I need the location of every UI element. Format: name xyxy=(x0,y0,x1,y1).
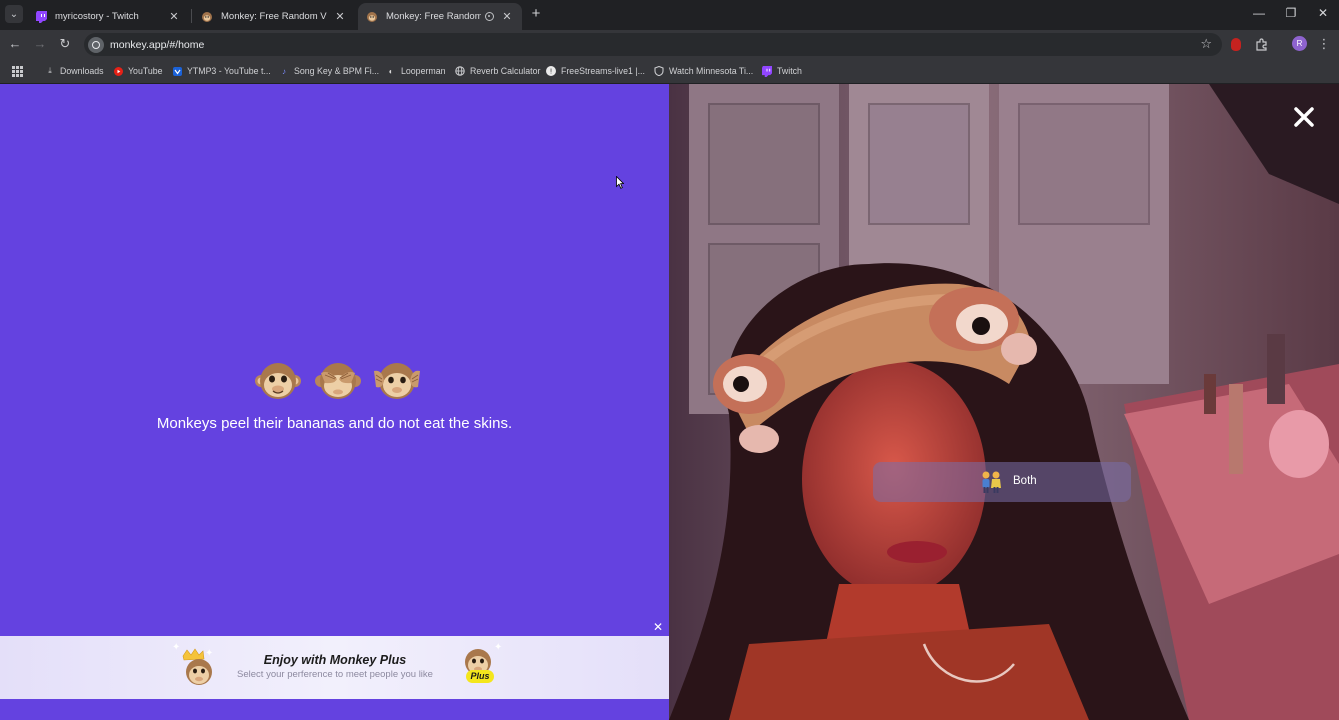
extensions-puzzle-icon[interactable] xyxy=(1253,36,1269,52)
bookmarks-bar: ⤓ Downloads YouTube YTMP3 - YouTube t...… xyxy=(0,58,1339,84)
bookmark-label: Reverb Calculator xyxy=(470,66,541,76)
window-close-icon[interactable]: ✕ xyxy=(1314,6,1332,22)
bookmark-label: FreeStreams-live1 |... xyxy=(561,66,645,76)
url-text: monkey.app/#/home xyxy=(110,38,205,51)
tab-strip: ⌄ myricostory - Twitch ✕ Monkey: Free Ra… xyxy=(0,0,1339,30)
bookmark-label: YTMP3 - YouTube t... xyxy=(187,66,271,76)
menu-kebab-icon[interactable]: ⋮ xyxy=(1316,36,1332,52)
extension-red-icon[interactable] xyxy=(1228,36,1244,52)
tab-twitch[interactable]: myricostory - Twitch ✕ xyxy=(27,3,189,30)
download-icon: ⤓ xyxy=(48,66,52,75)
bookmark-twitch[interactable]: Twitch xyxy=(762,64,802,78)
gender-filter-pill[interactable]: Both xyxy=(873,462,1131,502)
page-content: Monkeys peel their bananas and do not ea… xyxy=(0,84,1339,720)
back-arrow-icon[interactable]: ← xyxy=(6,35,24,53)
bookmark-songkey[interactable]: ♪ Song Key & BPM Fi... xyxy=(279,64,379,78)
monkey-emoji-row xyxy=(255,359,420,405)
couple-icon xyxy=(979,470,1003,494)
shield-icon xyxy=(654,66,664,76)
bookmark-downloads[interactable]: ⤓ Downloads xyxy=(45,64,104,78)
reload-icon[interactable]: ↻ xyxy=(56,35,74,53)
monkey-icon xyxy=(366,11,378,23)
monkey-face-icon xyxy=(255,359,301,405)
close-icon[interactable]: ✕ xyxy=(333,10,347,23)
close-icon[interactable]: ✕ xyxy=(167,10,181,23)
bookmark-minnesota[interactable]: Watch Minnesota Ti... xyxy=(654,64,753,78)
restore-icon[interactable]: ❐ xyxy=(1282,6,1300,22)
monkey-icon xyxy=(201,11,213,23)
address-bar[interactable]: monkey.app/#/home ☆ xyxy=(84,33,1222,56)
music-note-icon: ♪ xyxy=(282,66,286,76)
bookmark-ytmp3[interactable]: YTMP3 - YouTube t... xyxy=(172,64,271,78)
bookmark-label: Twitch xyxy=(777,66,802,76)
gender-filter-label: Both xyxy=(1013,475,1037,487)
chevron-down-icon: ⌄ xyxy=(9,8,19,20)
minimize-icon[interactable]: — xyxy=(1250,6,1268,22)
tab-search-button[interactable]: ⌄ xyxy=(5,5,23,23)
bookmark-label: Downloads xyxy=(60,66,104,76)
tab-title: Monkey: Free Random Video C xyxy=(221,11,327,22)
bookmark-label: Watch Minnesota Ti... xyxy=(669,66,754,76)
promo-title: Enjoy with Monkey Plus xyxy=(263,653,407,667)
bookmark-star-icon[interactable]: ☆ xyxy=(1200,36,1212,52)
browser-toolbar: ← → ↻ monkey.app/#/home ☆ ⋮ xyxy=(0,30,1339,58)
close-icon[interactable]: ✕ xyxy=(500,10,514,23)
new-tab-button[interactable]: + xyxy=(528,6,544,22)
tab-monkey[interactable]: Monkey: Free Random Video C ✕ xyxy=(193,3,355,30)
see-no-evil-monkey-icon xyxy=(314,359,361,405)
looperman-icon: ◐ xyxy=(388,66,394,76)
site-info-icon[interactable] xyxy=(88,36,104,53)
waiting-panel: Monkeys peel their bananas and do not ea… xyxy=(0,84,669,720)
youtube-icon xyxy=(113,66,123,76)
monkey-plus-banner[interactable]: ✦ ✦ ✦ Enjoy with Monkey Plus Select your… xyxy=(0,636,669,699)
promo-close-icon[interactable]: ✕ xyxy=(652,621,664,633)
twitch-icon xyxy=(35,10,47,23)
apps-grid-icon[interactable] xyxy=(12,64,23,78)
monkey-fact-text: Monkeys peel their bananas and do not ea… xyxy=(156,415,513,432)
forward-arrow-icon[interactable]: → xyxy=(31,35,49,53)
svg-text:!: ! xyxy=(550,68,553,76)
ytmp3-icon xyxy=(172,66,182,76)
globe-icon xyxy=(455,66,465,76)
tab-title: Monkey: Free Random Vide xyxy=(386,11,481,22)
bookmark-label: Song Key & BPM Fi... xyxy=(294,66,380,76)
promo-subtitle: Select your perference to meet people yo… xyxy=(237,669,433,680)
twitch-icon xyxy=(762,65,772,77)
avatar[interactable]: R xyxy=(1292,36,1307,51)
end-call-close-icon[interactable] xyxy=(1291,104,1317,130)
remote-video-feed: Both xyxy=(669,84,1339,720)
tab-separator xyxy=(191,9,192,23)
bookmark-youtube[interactable]: YouTube xyxy=(113,64,163,78)
bookmark-looperman[interactable]: ◐ Looperman xyxy=(386,64,446,78)
tab-monkey-active[interactable]: Monkey: Free Random Vide ✕ xyxy=(358,3,522,30)
bookmark-reverb[interactable]: Reverb Calculator xyxy=(455,64,540,78)
video-frame-image xyxy=(669,84,1339,720)
tab-title: myricostory - Twitch xyxy=(55,11,139,22)
freestreams-icon: ! xyxy=(546,66,556,76)
recording-icon xyxy=(485,12,494,21)
bookmark-label: YouTube xyxy=(128,66,163,76)
bookmark-label: Looperman xyxy=(401,66,446,76)
bookmark-freestreams[interactable]: ! FreeStreams-live1 |... xyxy=(546,64,645,78)
hear-no-evil-monkey-icon xyxy=(374,359,420,405)
plus-badge: Plus xyxy=(466,670,494,683)
mouse-cursor-icon xyxy=(616,175,625,189)
